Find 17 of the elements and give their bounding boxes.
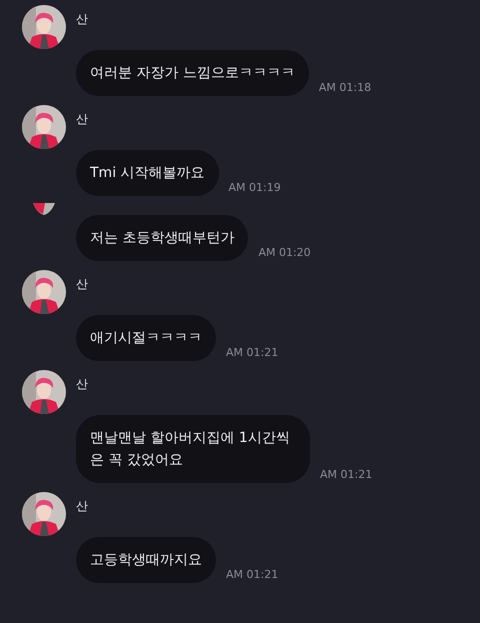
sender-name: 산 <box>76 376 88 393</box>
timestamp: AM 01:21 <box>226 568 278 581</box>
timestamp: AM 01:21 <box>320 468 372 481</box>
sender-name: 산 <box>76 11 88 28</box>
sender-name: 산 <box>76 111 88 128</box>
sender-name: 산 <box>76 498 88 515</box>
message-bubble: 맨날맨날 할아버지집에 1시간씩은 꼭 갔었어요 <box>76 415 310 483</box>
timestamp: AM 01:21 <box>226 346 278 359</box>
message-bubble: 애기시절ㅋㅋㅋㅋ <box>76 315 216 361</box>
message-bubble: Tmi 시작해볼까요 <box>76 150 219 196</box>
message-bubble: 저는 초등학생때부턴가 <box>76 215 248 261</box>
timestamp: AM 01:19 <box>228 181 281 194</box>
timestamp: AM 01:18 <box>318 81 372 94</box>
message-bubble: 여러분 자장가 느낌으로ㅋㅋㅋㅋ <box>76 50 309 96</box>
sender-name: 산 <box>76 276 88 293</box>
message-bubble: 고등학생때까지요 <box>76 537 216 583</box>
timestamp: AM 01:20 <box>258 246 311 259</box>
